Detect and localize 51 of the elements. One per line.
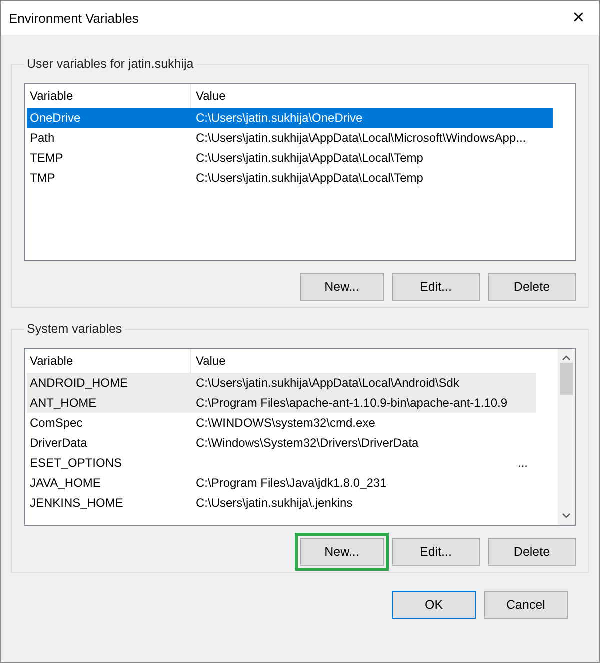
column-header[interactable]: Value bbox=[191, 84, 555, 108]
variable-name: DriverData bbox=[29, 436, 88, 450]
variable-value: C:\Users\jatin.sukhija\AppData\Local\Temp bbox=[195, 151, 424, 165]
list-row[interactable]: ANDROID_HOME C:\Users\jatin.sukhija\AppData\Local\Android\Sdk bbox=[27, 373, 536, 393]
variable-name: OneDrive bbox=[29, 111, 82, 125]
list-row[interactable]: ANT_HOME C:\Program Files\apache-ant-1.10.9-bin\apache-ant-1.10.9 bbox=[27, 393, 536, 413]
variable-value: C:\Windows\System32\Drivers\DriverData bbox=[195, 436, 420, 450]
variable-name: TMP bbox=[29, 171, 56, 185]
dialog-button[interactable]: Edit... bbox=[392, 538, 480, 566]
dialog-button[interactable]: Edit... bbox=[392, 273, 480, 301]
variable-value: C:\Users\jatin.sukhija\OneDrive bbox=[195, 111, 364, 125]
variable-value: ... bbox=[516, 456, 529, 470]
dialog-button[interactable]: New... bbox=[300, 273, 384, 301]
dialog-button[interactable]: OK bbox=[392, 591, 476, 619]
variable-name: JENKINS_HOME bbox=[29, 496, 124, 510]
window-title: Environment Variables bbox=[9, 10, 139, 26]
variable-value: C:\Users\jatin.sukhija\AppData\Local\Microsoft\WindowsApp... bbox=[195, 131, 528, 145]
dialog-button[interactable]: Delete bbox=[488, 538, 576, 566]
list-row[interactable]: DriverData C:\Windows\System32\Drivers\DriverData bbox=[27, 433, 536, 453]
list-row[interactable]: OneDrive C:\Users\jatin.sukhija\OneDrive bbox=[27, 108, 553, 128]
variable-value: C:\Program Files\Java\jdk1.8.0_231 bbox=[195, 476, 388, 490]
column-header[interactable]: Value bbox=[191, 349, 538, 373]
dialog-button[interactable]: Cancel bbox=[484, 591, 568, 619]
variable-value: C:\Users\jatin.sukhija\AppData\Local\Temp bbox=[195, 171, 424, 185]
list-row[interactable]: ComSpec C:\WINDOWS\system32\cmd.exe bbox=[27, 413, 536, 433]
variable-name: ANT_HOME bbox=[29, 396, 98, 410]
variable-value: C:\Program Files\apache-ant-1.10.9-bin\apache-ant-1.10.9 bbox=[195, 396, 509, 410]
variable-name: ANDROID_HOME bbox=[29, 376, 130, 390]
list-row[interactable]: JENKINS_HOME C:\Users\jatin.sukhija\.jenkins bbox=[27, 493, 536, 513]
variable-name: ComSpec bbox=[29, 416, 84, 430]
scrollbar[interactable] bbox=[558, 349, 575, 525]
variable-value: C:\WINDOWS\system32\cmd.exe bbox=[195, 416, 376, 430]
list-row[interactable]: TEMP C:\Users\jatin.sukhija\AppData\Local\Temp bbox=[27, 148, 553, 168]
list-row[interactable]: TMP C:\Users\jatin.sukhija\AppData\Local\Temp bbox=[27, 168, 553, 188]
variable-value: C:\Users\jatin.sukhija\.jenkins bbox=[195, 496, 354, 510]
variable-name: ESET_OPTIONS bbox=[29, 456, 124, 470]
variables-list[interactable] bbox=[24, 348, 576, 526]
list-row[interactable]: JAVA_HOME C:\Program Files\Java\jdk1.8.0_231 bbox=[27, 473, 536, 493]
variable-name: JAVA_HOME bbox=[29, 476, 102, 490]
group-title: User variables for jatin.sukhija bbox=[26, 57, 195, 71]
close-button[interactable]: ✕ bbox=[566, 8, 591, 28]
dialog-button[interactable]: Delete bbox=[488, 273, 576, 301]
group-title: System variables bbox=[26, 322, 124, 336]
variables-list[interactable] bbox=[24, 83, 576, 261]
variable-name: TEMP bbox=[29, 151, 64, 165]
variable-value: C:\Users\jatin.sukhija\AppData\Local\Android\Sdk bbox=[195, 376, 460, 390]
dialog-button[interactable]: New... bbox=[300, 538, 384, 566]
list-row[interactable]: Path C:\Users\jatin.sukhija\AppData\Local\Microsoft\WindowsApp... bbox=[27, 128, 553, 148]
list-row[interactable]: ESET_OPTIONS ... bbox=[27, 453, 536, 473]
scrollbar-thumb[interactable] bbox=[560, 363, 573, 395]
variable-name: Path bbox=[29, 131, 56, 145]
